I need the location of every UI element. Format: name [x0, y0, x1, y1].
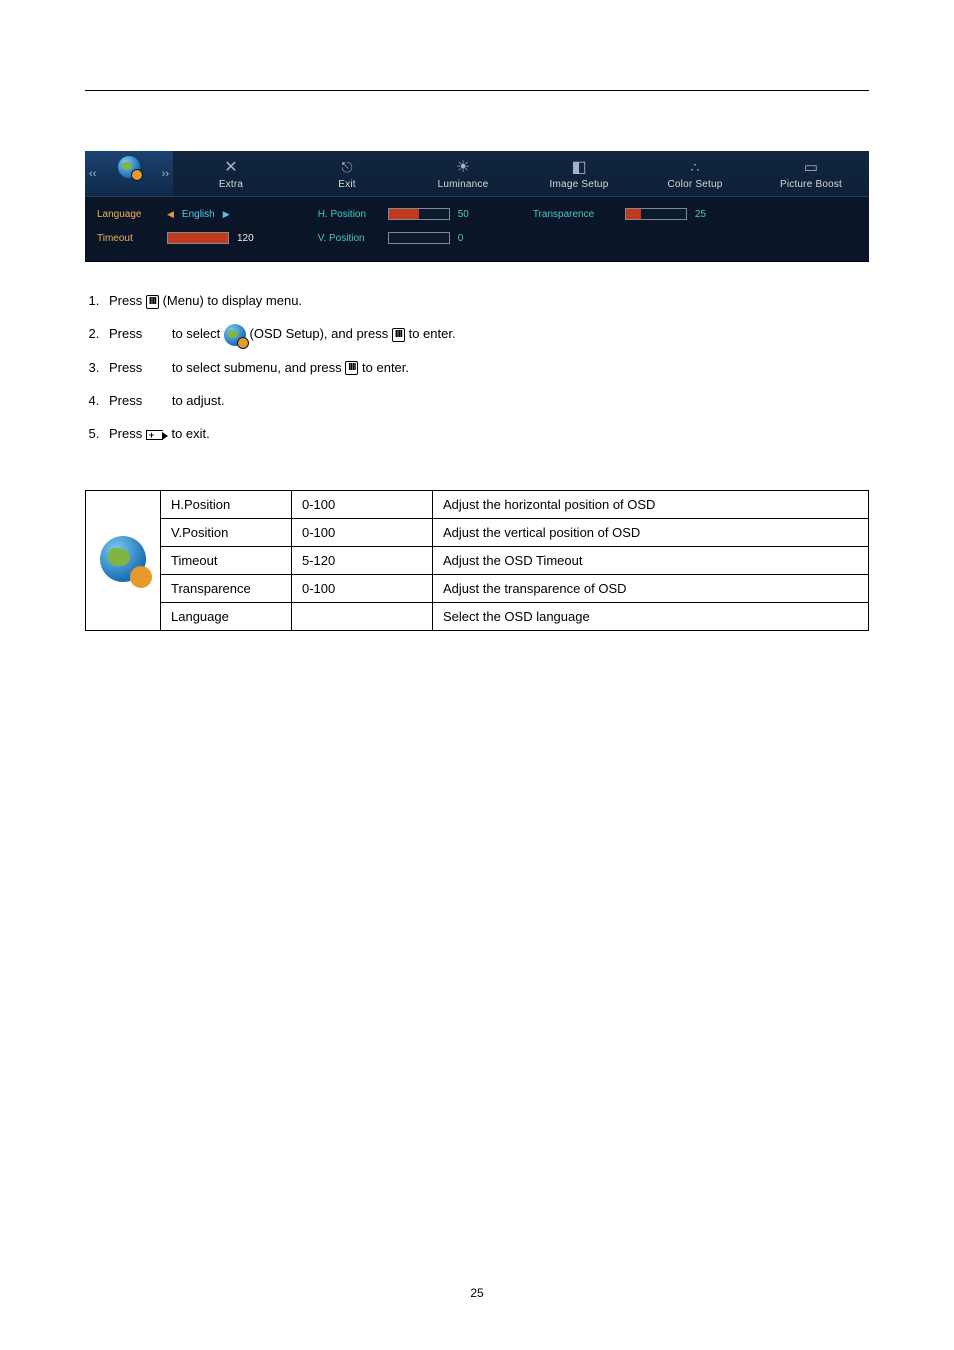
luminance-icon: ☀ — [456, 157, 470, 177]
osd-tab-extra[interactable]: ✕ Extra — [173, 151, 289, 196]
tab-label: Image Setup — [525, 179, 633, 190]
osd-setup-icon — [118, 156, 140, 178]
step-5: Press + to exit. — [103, 423, 869, 456]
step-2: Press to select (OSD Setup), and press I… — [103, 323, 869, 357]
osd-setup-icon — [100, 536, 146, 582]
language-value: English — [182, 209, 215, 220]
menu-key-icon: IIII — [345, 361, 358, 375]
osd-tab-pictureboost[interactable]: ▭ Picture Boost — [753, 151, 869, 196]
vposition-bar[interactable] — [388, 232, 450, 244]
setting-desc: Adjust the OSD Timeout — [433, 546, 869, 574]
setting-name: Timeout — [161, 546, 292, 574]
step-3: Press to select submenu, and press IIII … — [103, 357, 869, 390]
setting-range: 5-120 — [292, 546, 433, 574]
setting-range: 0-100 — [292, 574, 433, 602]
table-icon-cell — [86, 490, 161, 630]
setting-desc: Adjust the transparence of OSD — [433, 574, 869, 602]
hposition-value: 50 — [458, 209, 469, 220]
hposition-label: H. Position — [318, 209, 380, 220]
osd-body: Language ◀ English ▶ Timeout 120 H. Posi… — [85, 197, 869, 261]
table-row: Timeout 5-120 Adjust the OSD Timeout — [86, 546, 869, 574]
tab-label: Color Setup — [641, 179, 749, 190]
setting-name: V.Position — [161, 518, 292, 546]
setting-desc: Adjust the vertical position of OSD — [433, 518, 869, 546]
setting-name: Language — [161, 602, 292, 630]
osd-panel: ‹‹ ›› ✕ Extra ⎋ Exit ☀ Luminance ◧ Image… — [85, 151, 869, 262]
transparence-value: 25 — [695, 209, 706, 220]
exit-icon: ⎋ — [341, 159, 352, 176]
language-label: Language — [97, 209, 159, 220]
table-row: Language Select the OSD language — [86, 602, 869, 630]
picture-boost-icon: ▭ — [804, 158, 818, 176]
menu-key-icon: IIII — [146, 295, 159, 309]
osd-tab-imagesetup[interactable]: ◧ Image Setup — [521, 151, 637, 196]
timeout-value: 120 — [237, 233, 254, 244]
instruction-steps: Press IIII (Menu) to display menu. Press… — [103, 290, 869, 456]
tab-label: Exit — [293, 179, 401, 190]
step-1: Press IIII (Menu) to display menu. — [103, 290, 869, 323]
setting-range: 0-100 — [292, 518, 433, 546]
transparence-bar[interactable] — [625, 208, 687, 220]
setting-range: 0-100 — [292, 490, 433, 518]
table-row: H.Position 0-100 Adjust the horizontal p… — [86, 490, 869, 518]
setting-name: H.Position — [161, 490, 292, 518]
table-row: Transparence 0-100 Adjust the transparen… — [86, 574, 869, 602]
setting-desc: Adjust the horizontal position of OSD — [433, 490, 869, 518]
osd-tab-osdsetup[interactable]: ‹‹ ›› — [85, 151, 173, 196]
image-setup-icon: ◧ — [571, 157, 586, 177]
osd-tab-row: ‹‹ ›› ✕ Extra ⎋ Exit ☀ Luminance ◧ Image… — [85, 151, 869, 197]
table-row: V.Position 0-100 Adjust the vertical pos… — [86, 518, 869, 546]
page-number: 25 — [0, 1286, 954, 1300]
timeout-bar[interactable] — [167, 232, 229, 244]
extra-icon: ✕ — [224, 157, 237, 177]
vposition-value: 0 — [458, 233, 464, 244]
vposition-label: V. Position — [318, 233, 380, 244]
setting-range — [292, 602, 433, 630]
triangle-right-icon[interactable]: ▶ — [223, 209, 230, 220]
triangle-left-icon[interactable]: ◀ — [167, 209, 174, 220]
osd-tab-exit[interactable]: ⎋ Exit — [289, 151, 405, 196]
osd-setup-icon — [224, 324, 246, 346]
color-setup-icon: ∴ — [691, 159, 700, 176]
tab-label: Picture Boost — [757, 179, 865, 190]
setting-desc: Select the OSD language — [433, 602, 869, 630]
chevron-right-icon: ›› — [162, 168, 169, 180]
exit-key-icon: + — [146, 428, 168, 440]
step-4: Press to adjust. — [103, 390, 869, 423]
osd-tab-colorsetup[interactable]: ∴ Color Setup — [637, 151, 753, 196]
hposition-bar[interactable] — [388, 208, 450, 220]
osd-tab-luminance[interactable]: ☀ Luminance — [405, 151, 521, 196]
transparence-label: Transparence — [533, 209, 617, 220]
timeout-label: Timeout — [97, 233, 159, 244]
menu-key-icon: IIII — [392, 328, 405, 342]
tab-label: Extra — [177, 179, 285, 190]
setting-name: Transparence — [161, 574, 292, 602]
osd-settings-table: H.Position 0-100 Adjust the horizontal p… — [85, 490, 869, 631]
chevron-left-icon: ‹‹ — [89, 168, 96, 180]
tab-label: Luminance — [409, 179, 517, 190]
